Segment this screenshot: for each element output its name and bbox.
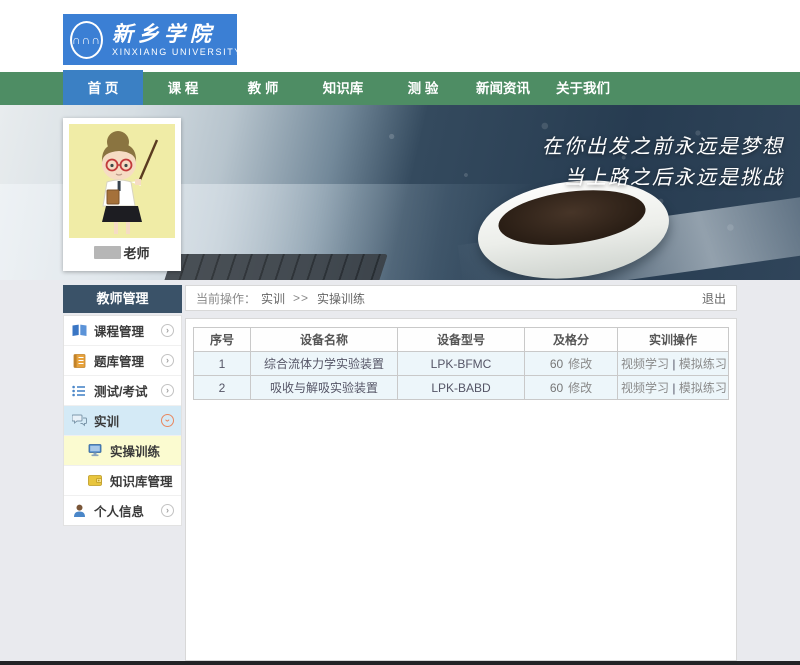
censored-name-block [94,246,121,259]
sidebar-item-question-bank[interactable]: 题库管理 › [64,346,181,376]
cell-pass-score: 60 修改 [525,352,618,376]
main-navbar: 首 页 课 程 教 师 知识库 测 验 新闻资讯 关于我们 [0,72,800,105]
cell-pass-score: 60 修改 [525,376,618,400]
nav-item-news[interactable]: 新闻资讯 [463,72,543,105]
op-separator: | [672,381,675,395]
teacher-avatar [69,124,175,238]
notebook-icon [71,353,87,369]
chevron-right-icon: › [161,504,174,517]
teacher-name: 老师 [69,243,175,262]
sidebar-item-course-management[interactable]: 课程管理 › [64,316,181,346]
col-header-model: 设备型号 [398,328,525,352]
video-study-link[interactable]: 视频学习 [621,357,669,371]
university-logo: ∩∩∩ 新乡学院 XINXIANG UNIVERSITY [63,14,237,65]
sidebar-item-tests-exams[interactable]: 测试/考试 › [64,376,181,406]
nav-item-tests[interactable]: 测 验 [383,72,463,105]
keyboard-decoration [163,254,388,280]
sidebar-item-personal-info[interactable]: 个人信息 › [64,496,181,525]
university-seal-icon: ∩∩∩ [70,21,103,59]
teacher-profile-card: 老师 [63,118,181,271]
monitor-icon [87,443,103,459]
sidebar-item-knowledge-base-management[interactable]: 知识库管理 [64,466,181,496]
cell-index: 1 [194,352,251,376]
simulation-practice-link[interactable]: 模拟练习 [679,357,727,371]
seal-monogram: ∩∩∩ [72,33,101,47]
chevron-right-icon: › [161,384,174,397]
logo-text: 新乡学院 XINXIANG UNIVERSITY [112,23,242,57]
table-row: 2 吸收与解吸实验装置 LPK-BABD 60 修改 视频学习 | 模拟练习 [194,376,729,400]
nav-item-about[interactable]: 关于我们 [543,72,623,105]
edit-link[interactable]: 修改 [568,357,592,371]
breadcrumb-prefix: 当前操作： [196,290,256,307]
breadcrumb-bar: 当前操作： 实训 >> 实操训练 退出 [185,285,737,311]
pass-score-value: 60 [550,381,563,395]
equipment-table: 序号 设备名称 设备型号 及格分 实训操作 1 综合流体力学实验装置 LPK-B… [193,327,729,400]
chevron-right-icon: › [161,354,174,367]
equipment-panel: 序号 设备名称 设备型号 及格分 实训操作 1 综合流体力学实验装置 LPK-B… [185,318,737,661]
nav-item-teachers[interactable]: 教 师 [223,72,303,105]
chevron-right-icon: › [161,324,174,337]
cartoon-teacher-illustration [69,124,175,238]
table-row: 1 综合流体力学实验装置 LPK-BFMC 60 修改 视频学习 | 模拟练习 [194,352,729,376]
sidebar-item-practice-training[interactable]: 实操训练 [64,436,181,466]
main-column: 当前操作： 实训 >> 实操训练 退出 序号 设备名称 设备型号 及格分 实训操… [185,285,737,661]
sidebar-menu: 课程管理 › 题库管理 › 测试/考试 › [63,315,182,526]
banner-slogan: 在你出发之前永远是梦想 当上路之后永远是挑战 [542,131,784,193]
teacher-name-suffix: 老师 [123,243,149,262]
cell-operations: 视频学习 | 模拟练习 [618,376,729,400]
col-header-device-name: 设备名称 [251,328,398,352]
cell-device-name: 综合流体力学实验装置 [251,352,398,376]
university-name-en: XINXIANG UNIVERSITY [112,48,242,57]
cell-model: LPK-BABD [398,376,525,400]
wallet-icon [87,473,103,489]
breadcrumb-section: 实训 [261,290,285,307]
video-study-link[interactable]: 视频学习 [621,381,669,395]
simulation-practice-link[interactable]: 模拟练习 [679,381,727,395]
cell-index: 2 [194,376,251,400]
sidebar-title: 教师管理 [63,285,182,313]
col-header-pass-score: 及格分 [525,328,618,352]
cell-operations: 视频学习 | 模拟练习 [618,352,729,376]
cell-device-name: 吸收与解吸实验装置 [251,376,398,400]
breadcrumb-separator: >> [293,291,309,305]
nav-item-knowledge-base[interactable]: 知识库 [303,72,383,105]
table-header-row: 序号 设备名称 设备型号 及格分 实训操作 [194,328,729,352]
col-header-operations: 实训操作 [618,328,729,352]
chevron-down-icon: › [161,414,174,427]
logout-button[interactable]: 退出 [702,290,726,307]
checklist-icon [71,383,87,399]
footer-bar [0,661,800,665]
slogan-line-2: 当上路之后永远是挑战 [542,162,784,193]
hero-banner: 在你出发之前永远是梦想 当上路之后永远是挑战 [0,105,800,280]
user-icon [71,503,87,519]
chat-icon [71,413,87,429]
nav-item-home[interactable]: 首 页 [63,70,143,105]
content-area: 教师管理 课程管理 › 题库管理 › 测试/考试 [0,285,800,661]
nav-item-courses[interactable]: 课 程 [143,72,223,105]
edit-link[interactable]: 修改 [568,381,592,395]
col-header-index: 序号 [194,328,251,352]
sidebar-item-practical-training[interactable]: 实训 › [64,406,181,436]
top-header: ∩∩∩ 新乡学院 XINXIANG UNIVERSITY [0,0,800,72]
university-name-cn: 新乡学院 [112,23,242,44]
cell-model: LPK-BFMC [398,352,525,376]
slogan-line-1: 在你出发之前永远是梦想 [542,131,784,162]
sidebar: 教师管理 课程管理 › 题库管理 › 测试/考试 [63,285,182,526]
op-separator: | [672,357,675,371]
breadcrumb-current: 实操训练 [317,290,365,307]
pass-score-value: 60 [550,357,563,371]
book-icon [71,323,87,339]
